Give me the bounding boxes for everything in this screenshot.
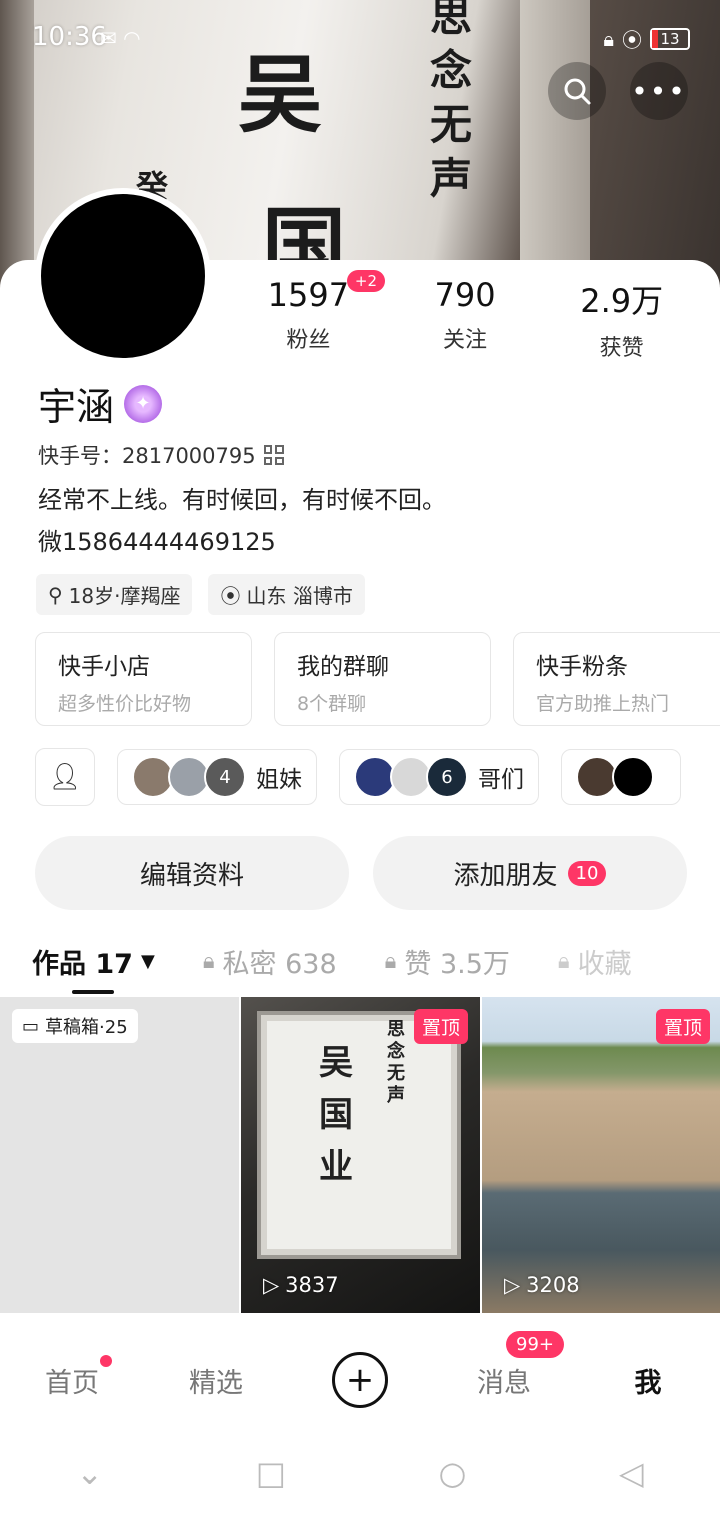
plus-icon: + [332,1352,388,1408]
status-notification-icons: ✉ ◠ [100,26,141,50]
stat-followers[interactable]: 1597 +2 粉丝 [230,270,387,362]
profile-actions: 编辑资料 添加朋友 10 [35,836,687,910]
play-icon: ▷ [504,1273,521,1297]
followers-label: 粉丝 [286,328,331,353]
stat-likes[interactable]: 2.9万 获赞 [543,276,700,362]
search-button[interactable] [548,62,606,120]
play-icon: ▷ [263,1273,280,1297]
group-name: 姐妹 [256,767,302,793]
followers-new-badge: +2 [346,270,386,292]
more-icon: ••• [631,74,687,108]
active-tab-indicator [72,990,114,994]
location-pin-icon: ⦿ [220,584,241,608]
group-avatars: 4 [132,756,246,798]
home-icon[interactable]: ○ [439,1454,467,1492]
add-user-icon: 👤︎ [48,762,82,792]
status-time: 10:36 [32,22,107,52]
bottom-nav: 首页 精选 + 消息 99+ 我 [0,1330,720,1426]
feature-cards: 快手小店 超多性价比好物 我的群聊 8个群聊 快手粉条 官方助推上热门 [35,632,720,726]
folder-icon: ▭ [22,1015,40,1037]
system-nav-bar: ⌄ □ ○ ◁ [0,1426,720,1520]
kuaishou-id: 快手号：2817000795 [38,444,256,468]
likes-count: 2.9万 [580,282,664,320]
bio-line-1: 经常不上线。有时候回，有时候不回。 [38,486,446,514]
avatar[interactable] [35,188,211,364]
feature-group-chats[interactable]: 我的群聊 8个群聊 [274,632,491,726]
name-row: 宇涵 ✦ [38,376,163,431]
nav-featured[interactable]: 精选 [144,1361,288,1400]
search-icon [564,78,591,105]
profile-name: 宇涵 [38,385,115,429]
status-bar: 10:36 ✉ ◠ 🔒︎ ⦿ 13 [0,0,720,72]
lock-icon: 🔒︎ [384,949,397,974]
pinned-badge: 置顶 [655,1009,710,1044]
likes-label: 获赞 [599,336,644,361]
messages-badge: 99+ [506,1330,564,1358]
add-group-button[interactable]: 👤︎ [35,748,95,806]
feature-fentiao[interactable]: 快手粉条 官方助推上热门 [513,632,720,726]
video-thumbnail[interactable]: 吴国业 思念无声 置顶 ▷ 3837 [241,997,480,1313]
add-friends-badge: 10 [567,860,607,886]
bio-line-2: 微15864444469125 [38,528,276,556]
level-badge-icon[interactable]: ✦ [124,384,163,423]
recent-apps-icon[interactable]: □ [256,1454,286,1492]
notification-dot [100,1354,112,1367]
profile-tags: ⚲ 18岁·摩羯座 ⦿ 山东 淄博市 [36,574,365,615]
group-name: 哥们 [478,767,524,793]
video-thumbnail[interactable]: 置顶 ▷ 3208 [482,997,720,1313]
lock-status-icon: 🔒︎ [603,26,614,51]
thumbnail-board [261,1015,457,1255]
avatar-count: 4 [204,756,246,798]
nav-create[interactable]: + [288,1352,432,1408]
more-button[interactable]: ••• [630,62,688,120]
edit-profile-button[interactable]: 编辑资料 [35,836,349,910]
draft-box[interactable]: ▭ 草稿箱·25 [0,997,239,1313]
following-count: 790 [434,276,496,314]
play-count: ▷ 3837 [263,1273,339,1297]
group-bros[interactable]: 6 哥们 [339,749,539,805]
works-grid: ▭ 草稿箱·25 吴国业 思念无声 置顶 ▷ 3837 置顶 ▷ 3208 [0,997,720,1313]
nav-messages[interactable]: 消息 99+ [432,1330,576,1400]
avatar [612,756,654,798]
lock-icon: 🔒︎ [202,949,215,974]
group-sisters[interactable]: 4 姐妹 [117,749,317,805]
group-avatars: 6 [354,756,468,798]
status-right-icons: 🔒︎ ⦿ 13 [603,24,690,53]
following-label: 关注 [443,328,488,353]
thumbnail-calligraphy: 吴国业 [319,1043,353,1187]
lock-icon: 🔒︎ [557,949,570,974]
followers-count: 1597 [267,276,350,314]
play-count: ▷ 3208 [504,1273,580,1297]
battery-icon: 13 [650,27,690,50]
content-tabs: 作品 17 ▼ 🔒︎ 私密 638 🔒︎ 赞 3.5万 🔒︎ 收藏 [32,942,720,981]
qr-code-icon[interactable] [263,445,284,465]
tab-liked[interactable]: 🔒︎ 赞 3.5万 [385,942,510,981]
nav-home[interactable]: 首页 [0,1354,144,1400]
pinned-badge: 置顶 [413,1009,468,1044]
location-status-icon: ⦿ [622,28,642,52]
collapse-icon[interactable]: ⌄ [76,1454,103,1492]
gender-icon: ⚲ [48,582,63,607]
group-avatars [576,756,654,798]
stats-row: 1597 +2 粉丝 790 关注 2.9万 获赞 [230,270,700,362]
kuaishou-id-row[interactable]: 快手号：2817000795 [38,440,284,470]
group-row: 👤︎ 4 姐妹 6 哥们 [35,748,681,806]
tag-age[interactable]: ⚲ 18岁·摩羯座 [36,574,193,615]
back-icon[interactable]: ◁ [619,1454,644,1492]
add-friends-button[interactable]: 添加朋友 10 [373,836,687,910]
tab-favorites[interactable]: 🔒︎ 收藏 [558,942,632,981]
nav-me[interactable]: 我 [576,1361,720,1400]
avatar-count: 6 [426,756,468,798]
group-more[interactable] [561,749,681,805]
tag-location[interactable]: ⦿ 山东 淄博市 [208,574,365,615]
feature-shop[interactable]: 快手小店 超多性价比好物 [35,632,252,726]
chevron-down-icon: ▼ [140,951,155,972]
stat-following[interactable]: 790 关注 [387,276,544,362]
thumbnail-side-text: 思念无声 [387,1019,405,1106]
draft-chip: ▭ 草稿箱·25 [12,1009,138,1043]
tab-works[interactable]: 作品 17 ▼ [32,942,155,981]
tab-private[interactable]: 🔒︎ 私密 638 [203,942,337,981]
